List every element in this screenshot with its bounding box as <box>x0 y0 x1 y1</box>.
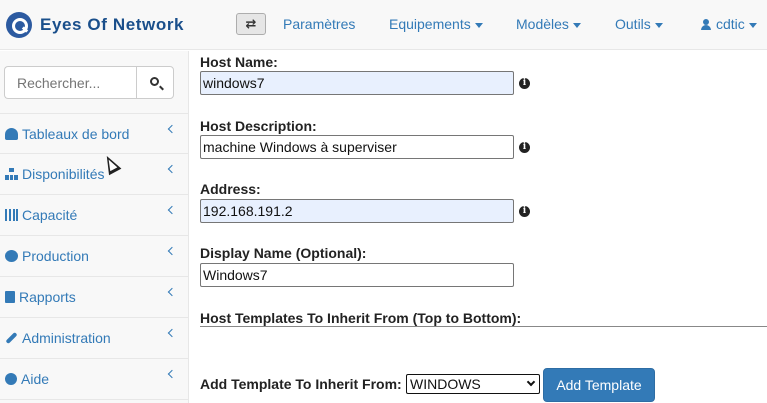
sidebar-item-label: Aide <box>21 371 50 387</box>
info-icon[interactable]: i <box>519 206 530 217</box>
caret-down-icon <box>748 22 757 28</box>
bar-chart-icon <box>5 209 18 221</box>
info-icon[interactable]: i <box>519 142 530 153</box>
user-icon <box>701 19 711 30</box>
sidebar-item-production[interactable]: Production <box>0 236 189 277</box>
add-template-button[interactable]: Add Template <box>543 368 655 402</box>
arrows-exchange-icon: ⇄ <box>245 16 257 31</box>
address-label: Address: <box>200 181 261 197</box>
file-icon <box>5 291 15 303</box>
sidebar-item-label: Administration <box>22 330 111 346</box>
search-button[interactable] <box>136 66 174 99</box>
sidebar: Tableaux de bord Disponibilités Capacité… <box>0 51 189 403</box>
chevron-left-icon <box>167 124 177 134</box>
template-select[interactable]: WINDOWS <box>406 374 540 394</box>
sidebar-toggle-button[interactable]: ⇄ <box>236 13 266 35</box>
chevron-left-icon <box>167 246 177 256</box>
brand-logo-icon <box>6 12 32 38</box>
host-description-input[interactable] <box>200 135 514 159</box>
search-input[interactable] <box>4 66 136 99</box>
display-name-input[interactable] <box>200 263 514 287</box>
sidebar-item-capacite[interactable]: Capacité <box>0 195 189 236</box>
brand-name: Eyes Of Network <box>40 15 185 34</box>
nav-outils[interactable]: Outils <box>615 16 663 32</box>
sidebar-search <box>4 66 174 99</box>
sidebar-item-administration[interactable]: Administration <box>0 318 189 359</box>
host-description-label: Host Description: <box>200 118 317 134</box>
chevron-left-icon <box>167 164 177 174</box>
templates-divider <box>200 326 767 327</box>
cogs-icon <box>5 250 18 262</box>
chevron-left-icon <box>167 369 177 379</box>
brand[interactable]: Eyes Of Network <box>6 11 184 39</box>
nav-parametres[interactable]: Paramètres <box>283 16 355 32</box>
add-template-label: Add Template To Inherit From: <box>200 376 402 392</box>
sidebar-item-label: Rapports <box>19 289 76 305</box>
nav-user-menu[interactable]: cdtic <box>701 16 757 32</box>
wrench-icon <box>5 331 18 345</box>
caret-down-icon <box>654 22 663 28</box>
chevron-left-icon <box>167 205 177 215</box>
chevron-left-icon <box>167 287 177 297</box>
info-icon[interactable]: i <box>519 78 530 89</box>
sidebar-item-disponibilites[interactable]: Disponibilités <box>0 154 189 195</box>
sidebar-item-label: Disponibilités <box>22 166 105 182</box>
host-name-label: Host Name: <box>200 54 278 70</box>
template-select-value: WINDOWS <box>410 376 481 392</box>
search-icon <box>150 77 159 86</box>
question-circle-icon <box>5 373 17 385</box>
dashboard-icon <box>5 127 18 140</box>
top-navbar: Eyes Of Network ⇄ Paramètres Equipements… <box>0 0 767 50</box>
sidebar-item-aide[interactable]: Aide <box>0 359 189 400</box>
sidebar-item-label: Tableaux de bord <box>22 125 130 142</box>
address-input[interactable] <box>200 199 514 223</box>
sidebar-menu: Tableaux de bord Disponibilités Capacité… <box>0 113 189 400</box>
sidebar-item-tableaux-de-bord[interactable]: Tableaux de bord <box>0 113 189 154</box>
caret-down-icon <box>474 22 483 28</box>
display-name-label: Display Name (Optional): <box>200 245 367 261</box>
host-name-input[interactable] <box>200 71 514 95</box>
nav-equipements[interactable]: Equipements <box>389 16 483 32</box>
templates-heading: Host Templates To Inherit From (Top to B… <box>200 310 522 326</box>
caret-down-icon <box>572 22 581 28</box>
sidebar-item-label: Capacité <box>22 207 78 223</box>
chevron-left-icon <box>167 328 177 338</box>
chevron-down-icon <box>526 377 536 387</box>
sitemap-icon <box>5 168 18 180</box>
sidebar-item-label: Production <box>22 248 89 264</box>
nav-modeles[interactable]: Modèles <box>516 16 581 32</box>
sidebar-item-rapports[interactable]: Rapports <box>0 277 189 318</box>
